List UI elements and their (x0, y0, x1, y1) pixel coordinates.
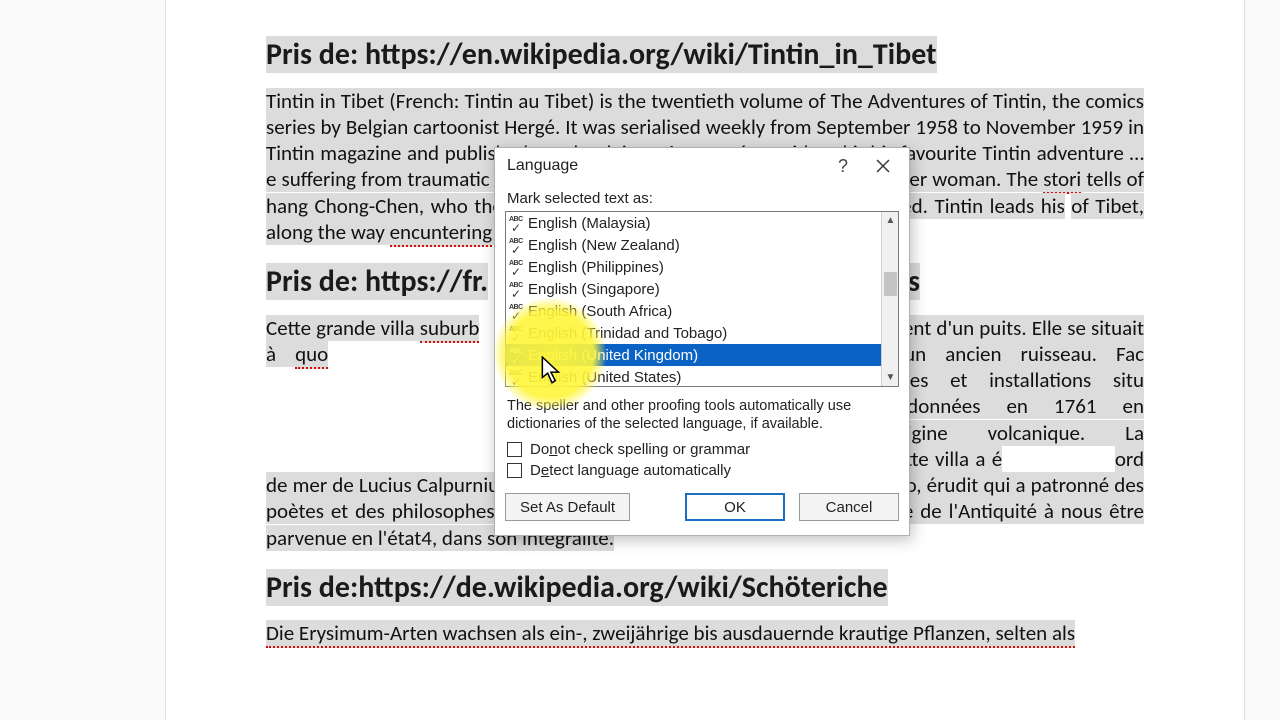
proofing-info-text: The speller and other proofing tools aut… (507, 397, 897, 433)
ok-button[interactable]: OK (685, 493, 785, 521)
scroll-thumb[interactable] (884, 272, 897, 296)
language-listbox[interactable]: ABC✓English (Malaysia)ABC✓English (New Z… (505, 211, 899, 387)
heading-en: Pris de: https://en.wikipedia.org/wiki/T… (266, 36, 1144, 74)
spellcheck-available-icon: ABC✓ (508, 324, 526, 342)
language-option[interactable]: ABC✓English (Malaysia) (506, 212, 881, 234)
spellcheck-available-icon: ABC✓ (508, 302, 526, 320)
language-option[interactable]: ABC✓English (Singapore) (506, 278, 881, 300)
set-default-button[interactable]: Set As Default (505, 493, 630, 521)
checkbox-icon (507, 442, 522, 457)
help-button[interactable]: ? (823, 151, 863, 181)
paragraph-de: Die Erysimum-Arten wachsen als ein-, zwe… (266, 620, 1144, 646)
language-option-label: English (Malaysia) (528, 215, 651, 232)
detect-language-checkbox[interactable]: Detect language automatically (507, 462, 897, 479)
language-dialog: Language ? Mark selected text as: ABC✓En… (494, 147, 910, 536)
spellcheck-available-icon: ABC✓ (508, 236, 526, 254)
close-button[interactable] (863, 151, 903, 181)
language-option[interactable]: ABC✓English (South Africa) (506, 300, 881, 322)
language-option-label: English (United Kingdom) (528, 347, 698, 364)
spellcheck-available-icon: ABC✓ (508, 214, 526, 232)
heading-de: Pris de:https://de.wikipedia.org/wiki/Sc… (266, 569, 1144, 607)
cancel-button[interactable]: Cancel (799, 493, 899, 521)
language-option[interactable]: ABC✓English (United States) (506, 366, 881, 386)
language-option[interactable]: ABC✓English (Philippines) (506, 256, 881, 278)
no-spellcheck-checkbox[interactable]: Do not check spelling or grammar (507, 441, 897, 458)
scroll-down-icon[interactable]: ▼ (882, 369, 899, 386)
language-option-label: English (South Africa) (528, 303, 672, 320)
scroll-up-icon[interactable]: ▲ (882, 212, 899, 229)
spellcheck-available-icon: ABC✓ (508, 346, 526, 364)
spellcheck-available-icon: ABC✓ (508, 258, 526, 276)
language-option-label: English (United States) (528, 369, 681, 386)
mark-selected-label: Mark selected text as: (507, 190, 899, 207)
listbox-scrollbar[interactable]: ▲ ▼ (881, 212, 898, 386)
spellcheck-available-icon: ABC✓ (508, 280, 526, 298)
dialog-titlebar[interactable]: Language ? (495, 148, 909, 184)
language-option[interactable]: ABC✓English (New Zealand) (506, 234, 881, 256)
language-option[interactable]: ABC✓English (United Kingdom) (506, 344, 881, 366)
language-option[interactable]: ABC✓English (Trinidad and Tobago) (506, 322, 881, 344)
language-option-label: English (Singapore) (528, 281, 660, 298)
spellcheck-available-icon: ABC✓ (508, 368, 526, 386)
language-option-label: English (Philippines) (528, 259, 664, 276)
language-option-label: English (Trinidad and Tobago) (528, 325, 727, 342)
language-option-label: English (New Zealand) (528, 237, 680, 254)
checkbox-icon (507, 463, 522, 478)
dialog-title: Language (507, 157, 823, 175)
